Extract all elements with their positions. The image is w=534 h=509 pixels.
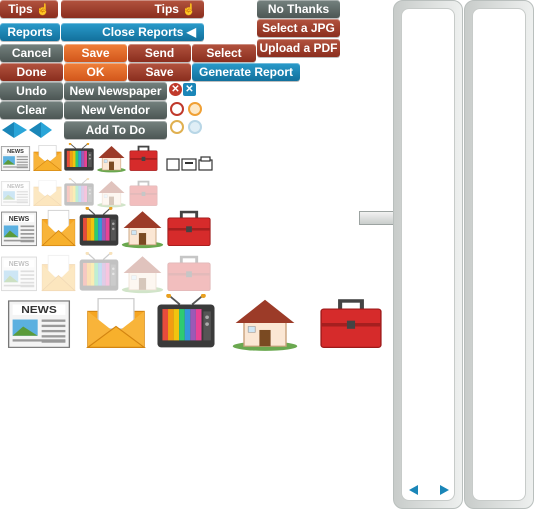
cancel-label: Cancel	[11, 46, 52, 60]
toolbox-icon	[128, 178, 159, 208]
mail-icon	[40, 207, 77, 249]
radio-red-icon[interactable]	[170, 102, 184, 116]
panel-tab-handle[interactable]	[359, 211, 395, 225]
newspaper-icon: NEWS	[0, 252, 38, 294]
tv-icon	[155, 293, 217, 352]
clear-button[interactable]: Clear	[0, 101, 63, 119]
svg-text:NEWS: NEWS	[7, 149, 24, 155]
toolbox-icon	[317, 294, 385, 352]
arrow-right-icon[interactable]	[440, 485, 449, 495]
done-button[interactable]: Done	[0, 63, 63, 81]
toolbox-icon	[165, 207, 213, 249]
clear-label: Clear	[16, 103, 47, 117]
reports-button[interactable]: Reports	[0, 23, 60, 41]
select-button[interactable]: Select	[192, 44, 256, 62]
no-thanks-label: No Thanks	[267, 2, 330, 16]
select-jpg-label: Select a JPG	[262, 21, 335, 35]
radio-blue-icon[interactable]	[188, 120, 202, 134]
upload-pdf-button[interactable]: Upload a PDF	[257, 39, 340, 57]
new-vendor-label: New Vendor	[81, 103, 150, 117]
cancel-button[interactable]: Cancel	[0, 44, 63, 62]
ok-label: OK	[86, 65, 105, 79]
new-newspaper-button[interactable]: New Newspaper	[64, 82, 167, 100]
select-label: Select	[206, 46, 242, 60]
tips-button-small[interactable]: Tips ☝	[0, 0, 58, 18]
done-label: Done	[16, 65, 47, 79]
close-circle-icon[interactable]: ✕	[169, 83, 182, 96]
house-icon	[96, 143, 127, 173]
svg-text:NEWS: NEWS	[9, 214, 30, 223]
save-label: Save	[145, 65, 174, 79]
svg-text:NEWS: NEWS	[21, 305, 57, 316]
save-button-orange[interactable]: Save	[64, 44, 127, 62]
hand-pointer-icon: ☝	[182, 4, 196, 16]
reports-label: Reports	[7, 25, 53, 39]
send-label: Send	[144, 46, 175, 60]
generate-report-label: Generate Report	[198, 65, 294, 79]
close-square-icon[interactable]: ✕	[183, 83, 196, 96]
tv-icon	[63, 142, 95, 173]
right-side-panel	[464, 0, 534, 509]
house-icon	[96, 178, 127, 208]
generate-report-button[interactable]: Generate Report	[192, 63, 300, 81]
radio-orange-icon[interactable]	[188, 102, 202, 116]
hand-pointer-icon: ☝	[36, 4, 50, 16]
newspaper-icon: NEWS	[6, 294, 72, 352]
save-button-red[interactable]: Save	[128, 63, 191, 81]
mail-icon	[40, 252, 77, 294]
house-icon	[120, 207, 165, 249]
svg-text:NEWS: NEWS	[9, 259, 30, 268]
tv-icon	[78, 251, 120, 294]
tv-icon	[78, 206, 120, 249]
close-reports-label: Close Reports	[102, 25, 184, 39]
house-icon	[230, 294, 300, 352]
radio-yellow-icon[interactable]	[170, 120, 184, 134]
house-icon	[120, 252, 165, 294]
arrow-left-icon: ◀	[186, 25, 196, 39]
upload-pdf-label: Upload a PDF	[259, 41, 338, 55]
tv-icon	[63, 177, 95, 208]
toolbox-icon	[128, 143, 159, 173]
mail-icon	[84, 294, 148, 352]
add-to-do-button[interactable]: Add To Do	[64, 121, 167, 139]
tips-button-label: Tips	[154, 2, 179, 16]
mail-icon	[32, 143, 63, 173]
arrow-left-icon[interactable]	[409, 485, 418, 495]
add-to-do-label: Add To Do	[85, 123, 146, 137]
undo-button[interactable]: Undo	[0, 82, 63, 100]
save-label: Save	[81, 46, 110, 60]
svg-text:NEWS: NEWS	[7, 184, 24, 190]
tips-button-label: Tips	[8, 2, 33, 16]
no-thanks-button[interactable]: No Thanks	[257, 0, 340, 18]
toolbox-icon	[165, 252, 213, 294]
newspaper-icon: NEWS	[0, 207, 38, 249]
select-jpg-button[interactable]: Select a JPG	[257, 19, 340, 37]
ok-button[interactable]: OK	[64, 63, 127, 81]
tips-button-wide[interactable]: Tips ☝	[61, 0, 204, 18]
left-panel-content	[401, 8, 455, 501]
newspaper-icon: NEWS	[0, 143, 31, 173]
left-side-panel	[393, 0, 463, 509]
arrow-buttons[interactable]	[0, 121, 54, 139]
cards-icon	[166, 156, 214, 177]
new-vendor-button[interactable]: New Vendor	[64, 101, 167, 119]
send-button[interactable]: Send	[128, 44, 191, 62]
undo-label: Undo	[16, 84, 47, 98]
newspaper-icon: NEWS	[0, 178, 31, 208]
mail-icon	[32, 178, 63, 208]
new-newspaper-label: New Newspaper	[69, 84, 162, 98]
arrow-left-right-icon	[2, 122, 52, 138]
close-reports-button[interactable]: Close Reports ◀	[61, 23, 204, 41]
right-panel-content	[472, 8, 526, 501]
